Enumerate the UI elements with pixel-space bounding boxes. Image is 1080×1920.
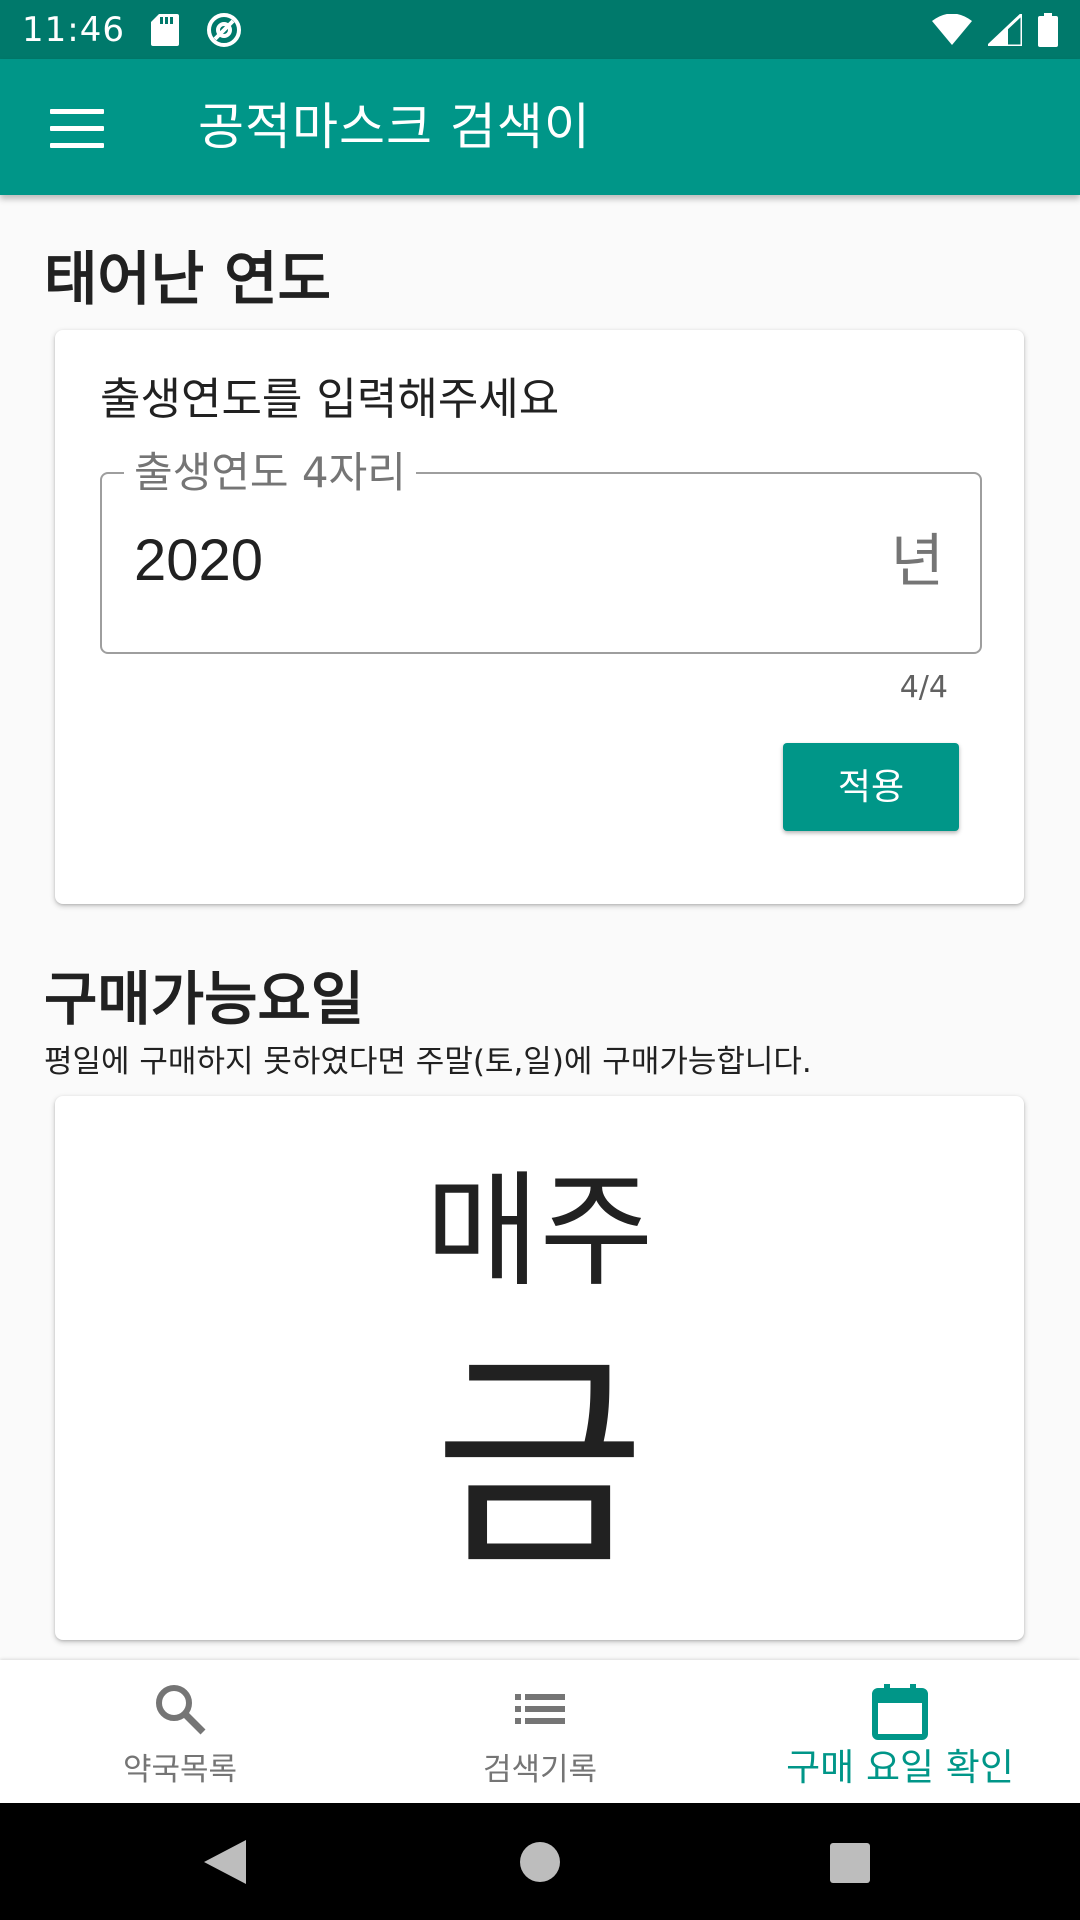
birth-year-input[interactable] [134, 526, 734, 596]
status-bar: 11:46 [0, 0, 1080, 59]
birth-year-suffix: 년 [890, 527, 944, 595]
birth-year-field-label: 출생연도 4자리 [124, 448, 416, 498]
calendar-icon [872, 1684, 928, 1740]
sd-card-icon [150, 13, 179, 46]
character-counter: 4/4 [899, 670, 948, 705]
search-icon [156, 1685, 206, 1735]
nav-label-purchase-day: 구매 요일 확인 [786, 1746, 1014, 1789]
home-icon[interactable] [520, 1842, 560, 1882]
system-navigation-bar [0, 1803, 1080, 1920]
nav-item-search-history[interactable]: 검색기록 [360, 1660, 720, 1803]
app-bar: 공적마스크 검색이 [0, 59, 1080, 195]
list-icon [515, 1694, 565, 1724]
apply-button[interactable]: 적용 [783, 743, 959, 831]
nav-item-pharmacy-list[interactable]: 약국목록 [0, 1660, 360, 1803]
nav-label-pharmacy-list: 약국목록 [122, 1752, 238, 1788]
birth-year-field[interactable]: 출생연도 4자리 년 [100, 448, 982, 654]
back-icon[interactable] [204, 1840, 246, 1884]
purchase-day-subtitle: 평일에 구매하지 못하였다면 주말(토,일)에 구매가능합니다. [44, 1044, 812, 1080]
status-time: 11:46 [22, 9, 125, 50]
nav-item-purchase-day[interactable]: 구매 요일 확인 [720, 1660, 1080, 1803]
menu-icon[interactable] [50, 109, 104, 149]
status-left: 11:46 [22, 10, 243, 50]
wifi-icon [932, 13, 972, 45]
birth-year-title: 태어난 연도 [44, 245, 331, 313]
bottom-navigation: 약국목록 검색기록 구매 요일 확인 [0, 1660, 1080, 1803]
sync-icon [206, 12, 241, 47]
purchase-day-value: 금 [433, 1332, 646, 1599]
status-right [932, 12, 1058, 47]
nav-label-search-history: 검색기록 [482, 1752, 598, 1788]
signal-icon [988, 13, 1022, 46]
birth-year-card: 출생연도를 입력해주세요 출생연도 4자리 년 4/4 적용 [55, 330, 1024, 904]
birth-year-prompt: 출생연도를 입력해주세요 [100, 374, 560, 425]
recents-icon[interactable] [830, 1843, 870, 1883]
battery-icon [1038, 12, 1058, 47]
app-title: 공적마스크 검색이 [198, 98, 591, 156]
weekly-label: 매주 [425, 1160, 654, 1304]
purchase-day-title: 구매가능요일 [44, 965, 365, 1033]
purchase-day-card: 매주 금 [55, 1096, 1024, 1640]
